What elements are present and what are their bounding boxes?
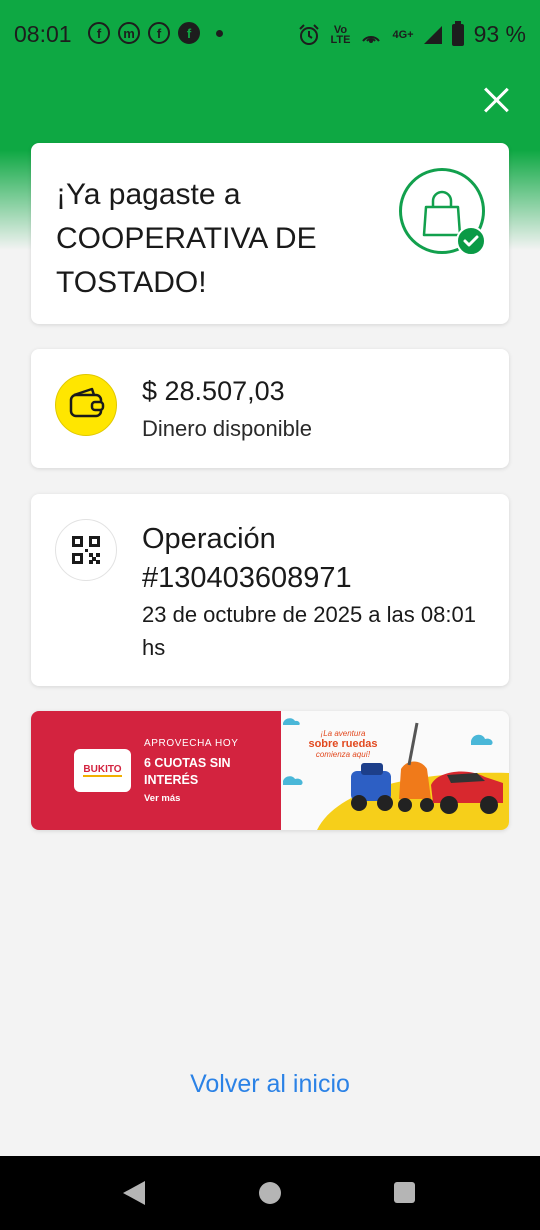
promo-headline-bottom: comienza aquí!: [315, 750, 371, 759]
battery-percent: 93 %: [473, 21, 526, 47]
home-circle-icon[interactable]: [259, 1182, 281, 1204]
alarm-icon: [299, 23, 320, 45]
balance-card: $ 28.507,03 Dinero disponible: [31, 349, 509, 468]
back-to-home-link[interactable]: Volver al inicio: [0, 1070, 540, 1099]
navigation-bar: [0, 1156, 540, 1230]
wallet-icon: [55, 374, 117, 436]
promo-see-more[interactable]: Ver más: [144, 793, 180, 804]
facebook-outline-icon: f: [88, 22, 110, 44]
balance-amount: $ 28.507,03: [142, 376, 285, 406]
qr-code-icon: [55, 519, 117, 581]
operation-number: Operación #130403608971: [142, 523, 352, 594]
balance-label: Dinero disponible: [142, 416, 312, 441]
recent-apps-square-icon[interactable]: [394, 1182, 415, 1203]
brand-logo: BUKITO: [74, 749, 131, 792]
promo-banner-image: ¡La aventura sobre ruedas comienza aquí!: [281, 711, 509, 830]
status-time: 08:01: [14, 21, 72, 47]
promo-banner[interactable]: BUKITO APROVECHA HOY 6 CUOTAS SIN INTERÉ…: [31, 711, 509, 830]
brand-logo-text: BUKITO: [83, 764, 122, 777]
promo-banner-left: BUKITO APROVECHA HOY 6 CUOTAS SIN INTERÉ…: [31, 711, 281, 830]
back-triangle-icon[interactable]: [123, 1181, 145, 1205]
volte-bottom: LTE: [330, 33, 351, 46]
facebook-outline-icon: f: [148, 22, 170, 44]
promo-headline-main: sobre ruedas: [308, 738, 378, 750]
operation-card: Operación #130403608971 23 de octubre de…: [31, 494, 509, 686]
promo-headline: ¡La aventura sobre ruedas comienza aquí!: [303, 729, 383, 760]
battery-icon: [451, 20, 464, 46]
operation-date: 23 de octubre de 2025 a las 08:01 hs: [142, 602, 476, 660]
payment-success-card: ¡Ya pagaste a COOPERATIVA DE TOSTADO!: [31, 143, 509, 324]
volte-indicator: Vo LTE: [330, 23, 351, 46]
network-type: 4G+: [392, 28, 414, 41]
close-button[interactable]: [480, 84, 512, 116]
volte-top: Vo: [333, 23, 348, 36]
status-bar: 08:01 f m f f Vo LTE 4G+ 93 %: [0, 0, 540, 68]
messenger-icon: m: [118, 22, 140, 44]
signal-icon: [423, 25, 442, 44]
promo-line-2: 6 CUOTAS SIN INTERÉS: [144, 756, 231, 787]
hotspot-icon: [362, 35, 381, 43]
facebook-filled-icon: f: [178, 22, 200, 44]
check-badge-icon: [456, 226, 486, 256]
notification-dot-icon: [216, 29, 223, 37]
notification-icons: f m f f: [88, 22, 223, 44]
promo-line-1: APROVECHA HOY: [144, 738, 239, 749]
system-icons: Vo LTE 4G+ 93 %: [298, 20, 526, 48]
success-title: ¡Ya pagaste a COOPERATIVA DE TOSTADO!: [56, 178, 317, 299]
